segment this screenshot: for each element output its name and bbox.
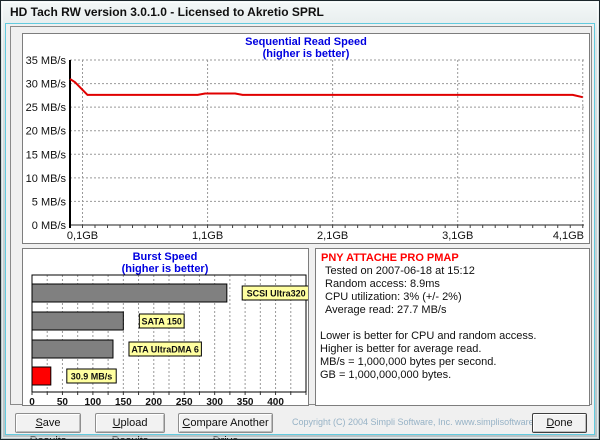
read-chart-subtitle: (higher is better) (263, 48, 350, 60)
note-higher-better: Higher is better for average read. (320, 343, 482, 355)
cpu-utilization-line: CPU utilization: 3% (+/- 2%) (325, 291, 462, 303)
svg-text:250: 250 (176, 397, 193, 405)
svg-text:35 MB/s: 35 MB/s (26, 55, 67, 67)
svg-text:ATA UltraDMA 6: ATA UltraDMA 6 (131, 345, 199, 355)
svg-text:0,1GB: 0,1GB (67, 230, 98, 242)
svg-text:2,1GB: 2,1GB (317, 230, 348, 242)
svg-text:20 MB/s: 20 MB/s (26, 126, 67, 138)
random-access-line: Random access: 8.9ms (325, 278, 440, 290)
window-title: HD Tach RW version 3.0.1.0 - Licensed to… (10, 5, 324, 19)
svg-text:350: 350 (237, 397, 254, 405)
title-bar[interactable]: HD Tach RW version 3.0.1.0 - Licensed to… (1, 1, 599, 23)
svg-text:SCSI Ultra320: SCSI Ultra320 (247, 289, 306, 299)
svg-text:0 MB/s: 0 MB/s (32, 220, 67, 232)
note-mbs-def: MB/s = 1,000,000 bytes per second. (320, 356, 497, 368)
button-bar: Save Results Upload Results Compare Anot… (6, 413, 594, 439)
tested-on-line: Tested on 2007-06-18 at 15:12 (325, 265, 475, 277)
svg-text:30.9 MB/s: 30.9 MB/s (71, 372, 113, 382)
drive-info-panel: PNY ATTACHE PRO PMAP Tested on 2007-06-1… (315, 248, 590, 406)
read-chart-plot: 0 MB/s 5 MB/s 10 MB/s 15 MB/s 20 MB/s 25 MB/s… (26, 55, 584, 242)
svg-text:1,1GB: 1,1GB (192, 230, 223, 242)
average-read-line: Average read: 27.7 MB/s (325, 304, 447, 316)
save-results-button[interactable]: Save Results (15, 413, 81, 439)
svg-text:30 MB/s: 30 MB/s (26, 79, 67, 91)
svg-text:25 MB/s: 25 MB/s (26, 102, 67, 114)
sequential-read-chart: Sequential Read Speed (higher is better)… (26, 36, 584, 242)
burst-chart-subtitle: (higher is better) (122, 263, 209, 275)
compare-another-drive-button[interactable]: Compare Another Drive (178, 413, 273, 439)
done-button[interactable]: Done (532, 413, 587, 433)
app-window: HD Tach RW version 3.0.1.0 - Licensed to… (0, 0, 600, 440)
svg-text:15 MB/s: 15 MB/s (26, 149, 67, 161)
svg-text:SATA 150: SATA 150 (142, 317, 182, 327)
burst-speed-chart-panel: Burst Speed (higher is better) 0 50 100 150… (22, 248, 309, 406)
svg-text:3,1GB: 3,1GB (442, 230, 473, 242)
svg-text:50: 50 (57, 397, 69, 405)
svg-text:0: 0 (29, 397, 35, 405)
note-gb-def: GB = 1,000,000,000 bytes. (320, 369, 452, 381)
svg-text:5 MB/s: 5 MB/s (32, 196, 67, 208)
note-lower-better: Lower is better for CPU and random acces… (320, 330, 537, 342)
svg-text:150: 150 (115, 397, 132, 405)
svg-text:4,1GB: 4,1GB (553, 230, 584, 242)
sequential-read-chart-panel: Sequential Read Speed (higher is better)… (22, 33, 590, 244)
svg-text:400: 400 (267, 397, 284, 405)
burst-chart-plot: 0 50 100 150 200 250 300 350 400 SCSI Ultra320 SAT… (29, 274, 308, 405)
results-frame: Sequential Read Speed (higher is better)… (10, 26, 592, 406)
svg-text:300: 300 (206, 397, 223, 405)
drive-name: PNY ATTACHE PRO PMAP (321, 252, 459, 264)
burst-chart-title: Burst Speed (133, 251, 198, 263)
upload-results-button[interactable]: Upload Results (95, 413, 165, 439)
burst-speed-chart: Burst Speed (higher is better) 0 50 100 150… (29, 251, 308, 405)
read-chart-title: Sequential Read Speed (245, 36, 367, 48)
copyright-text: Copyright (C) 2004 Simpli Software, Inc.… (292, 417, 554, 427)
svg-text:10 MB/s: 10 MB/s (26, 173, 67, 185)
svg-text:100: 100 (85, 397, 102, 405)
client-area: Sequential Read Speed (higher is better)… (5, 23, 595, 439)
svg-text:200: 200 (145, 397, 162, 405)
